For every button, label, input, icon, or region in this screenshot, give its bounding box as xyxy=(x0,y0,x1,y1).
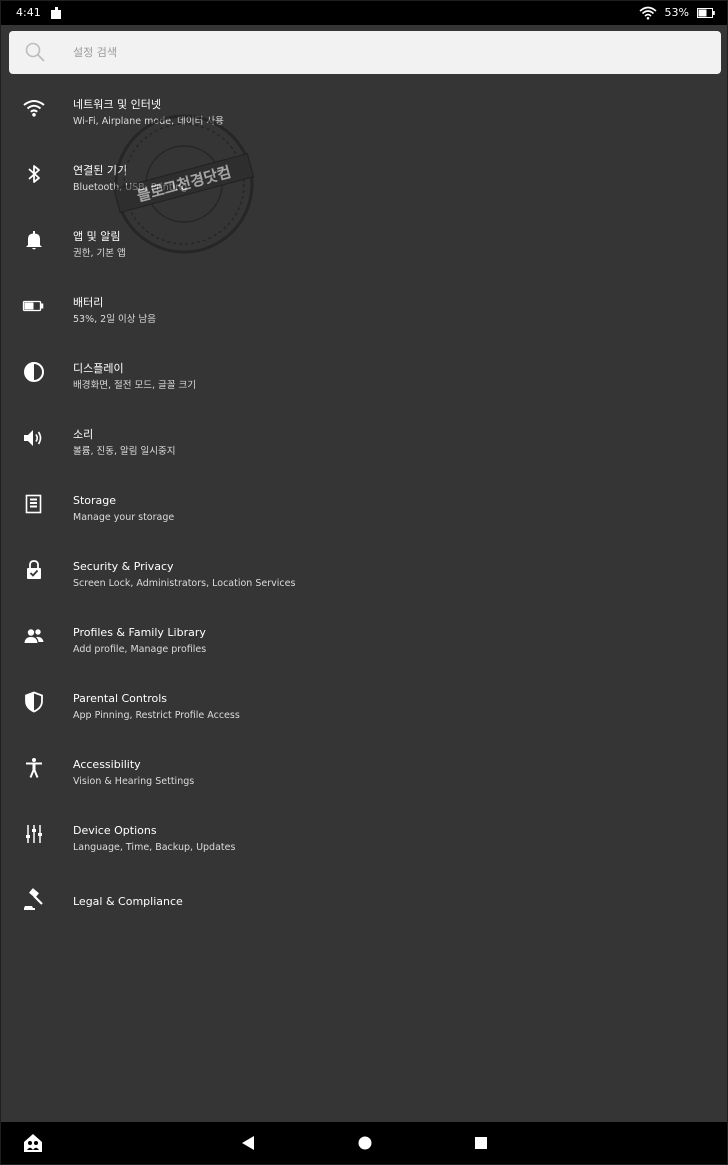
home-icon[interactable] xyxy=(358,1136,372,1150)
settings-item-title: 디스플레이 xyxy=(73,362,124,375)
recents-icon[interactable] xyxy=(475,1137,487,1149)
bell-icon xyxy=(21,227,47,253)
settings-item-title: 연결된 기기 xyxy=(73,164,128,177)
status-bar: 4:41 53% xyxy=(1,1,727,25)
settings-item-security-privacy[interactable]: Security & Privacy Screen Lock, Administ… xyxy=(1,539,727,605)
shield-icon xyxy=(21,689,47,715)
notification-icon xyxy=(49,6,63,20)
status-right: 53% xyxy=(639,1,715,25)
settings-item-subtitle: Bluetooth, USB, Printing xyxy=(73,182,188,193)
profiles-icon xyxy=(21,623,47,649)
home-profile-icon[interactable] xyxy=(22,1132,44,1154)
search-icon xyxy=(24,41,46,63)
contrast-icon xyxy=(21,359,47,385)
speaker-icon xyxy=(21,425,47,451)
navigation-bar xyxy=(1,1122,727,1164)
settings-item-battery[interactable]: 배터리 53%, 2일 이상 남음 xyxy=(1,275,727,341)
settings-item-accessibility[interactable]: Accessibility Vision & Hearing Settings xyxy=(1,737,727,803)
settings-list: 네트워크 및 인터넷 Wi-Fi, Airplane mode, 데이터 사용 … xyxy=(1,77,727,935)
sliders-icon xyxy=(21,821,47,847)
settings-item-parental-controls[interactable]: Parental Controls App Pinning, Restrict … xyxy=(1,671,727,737)
settings-item-subtitle: App Pinning, Restrict Profile Access xyxy=(73,710,240,721)
gavel-icon xyxy=(21,887,47,913)
settings-item-title: Security & Privacy xyxy=(73,560,174,573)
search-placeholder: 설정 검색 xyxy=(73,46,117,59)
settings-item-title: 네트워크 및 인터넷 xyxy=(73,98,161,111)
settings-item-title: Parental Controls xyxy=(73,692,167,705)
search-input[interactable]: 설정 검색 xyxy=(9,31,721,74)
settings-item-title: Legal & Compliance xyxy=(73,895,183,908)
settings-item-subtitle: 권한, 기본 앱 xyxy=(73,248,126,259)
settings-item-connected-devices[interactable]: 연결된 기기 Bluetooth, USB, Printing xyxy=(1,143,727,209)
back-icon[interactable] xyxy=(239,1134,257,1152)
settings-item-network[interactable]: 네트워크 및 인터넷 Wi-Fi, Airplane mode, 데이터 사용 xyxy=(1,77,727,143)
battery-icon xyxy=(21,293,47,319)
settings-item-storage[interactable]: Storage Manage your storage xyxy=(1,473,727,539)
settings-item-title: 앱 및 알림 xyxy=(73,230,121,243)
settings-item-title: Profiles & Family Library xyxy=(73,626,206,639)
settings-item-subtitle: 배경화면, 절전 모드, 글꼴 크기 xyxy=(73,380,196,391)
battery-icon xyxy=(697,8,715,18)
wifi-icon xyxy=(639,6,657,20)
settings-item-profiles[interactable]: Profiles & Family Library Add profile, M… xyxy=(1,605,727,671)
settings-item-subtitle: Add profile, Manage profiles xyxy=(73,644,207,655)
settings-item-subtitle: 53%, 2일 이상 남음 xyxy=(73,314,156,325)
status-left: 4:41 xyxy=(16,1,63,25)
settings-item-title: 배터리 xyxy=(73,296,104,309)
settings-item-subtitle: Language, Time, Backup, Updates xyxy=(73,842,236,853)
lock-icon xyxy=(21,557,47,583)
wifi-icon xyxy=(21,95,47,121)
settings-item-apps-notifications[interactable]: 앱 및 알림 권한, 기본 앱 xyxy=(1,209,727,275)
storage-icon xyxy=(21,491,47,517)
settings-item-subtitle: Screen Lock, Administrators, Location Se… xyxy=(73,578,296,589)
settings-item-subtitle: 볼륨, 진동, 알림 일시중지 xyxy=(73,446,176,457)
settings-item-device-options[interactable]: Device Options Language, Time, Backup, U… xyxy=(1,803,727,869)
settings-item-subtitle: Vision & Hearing Settings xyxy=(73,776,195,787)
settings-item-title: Device Options xyxy=(73,824,157,837)
battery-percent: 53% xyxy=(664,6,689,19)
bluetooth-icon xyxy=(21,161,47,187)
settings-screen: 4:41 53% 설정 검색 네트워크 및 인터넷 Wi-Fi, Airplan… xyxy=(0,0,728,1165)
settings-item-legal-compliance[interactable]: Legal & Compliance xyxy=(1,869,727,935)
status-time: 4:41 xyxy=(16,6,41,19)
accessibility-icon xyxy=(21,755,47,781)
settings-item-display[interactable]: 디스플레이 배경화면, 절전 모드, 글꼴 크기 xyxy=(1,341,727,407)
settings-item-title: 소리 xyxy=(73,428,94,441)
settings-item-title: Accessibility xyxy=(73,758,141,771)
settings-item-sound[interactable]: 소리 볼륨, 진동, 알림 일시중지 xyxy=(1,407,727,473)
settings-item-subtitle: Wi-Fi, Airplane mode, 데이터 사용 xyxy=(73,116,224,127)
settings-item-title: Storage xyxy=(73,494,117,507)
settings-item-subtitle: Manage your storage xyxy=(73,512,175,523)
